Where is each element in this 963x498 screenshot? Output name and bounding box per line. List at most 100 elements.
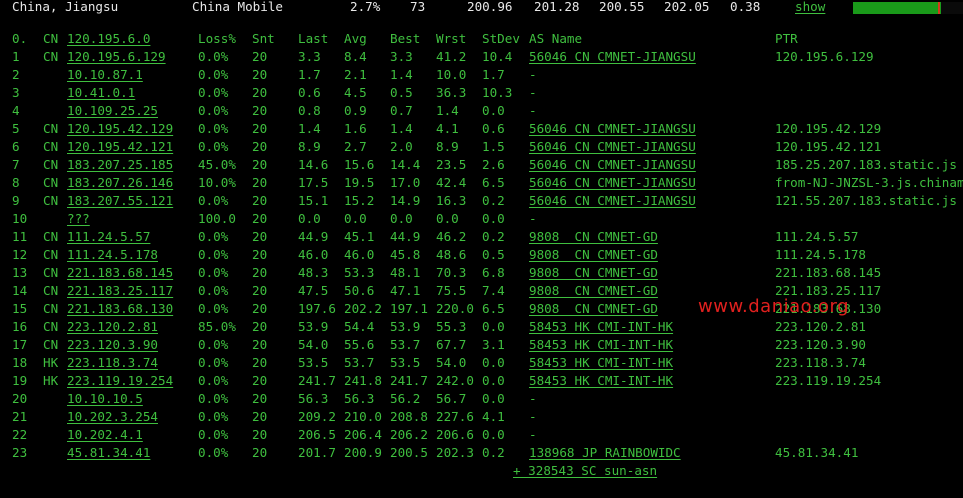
snt-value: 20 (252, 157, 268, 172)
best-value: 200.5 (390, 445, 428, 460)
loss-value: 0.0% (198, 103, 229, 118)
as-name-link[interactable]: 9808 CN CMNET-GD (529, 264, 658, 282)
as-name-link[interactable]: 56046 CN CMNET-JIANGSU (529, 138, 696, 156)
host-link[interactable]: 10.10.87.1 (67, 66, 143, 84)
country-code: CN (43, 49, 59, 64)
as-name-link[interactable]: 56046 CN CMNET-JIANGSU (529, 120, 696, 138)
snt-value: 20 (252, 49, 268, 64)
wrst-value: 220.0 (436, 301, 474, 316)
as-name-link[interactable]: 56046 CN CMNET-JIANGSU (529, 174, 696, 192)
avg-value: 15.6 (344, 157, 375, 172)
host-link[interactable]: 183.207.55.121 (67, 192, 173, 210)
host-link[interactable]: 120.195.42.121 (67, 138, 173, 156)
snt-value: 20 (252, 211, 268, 226)
snt-value: 20 (252, 85, 268, 100)
as-name-link: - (529, 211, 537, 226)
last-value: 206.5 (298, 427, 336, 442)
host-link[interactable]: 221.183.68.130 (67, 300, 173, 318)
location-label: China, Jiangsu (12, 0, 119, 14)
stdev-value: 0.2 (482, 445, 505, 460)
as-name-link[interactable]: 58453 HK CMI-INT-HK (529, 372, 673, 390)
avg-value: 2.1 (344, 67, 367, 82)
host-link[interactable]: 10.109.25.25 (67, 102, 158, 120)
host-link[interactable]: 111.24.5.57 (67, 228, 150, 246)
last-value: 1.7 (298, 67, 321, 82)
host-link[interactable]: 120.195.6.129 (67, 48, 166, 66)
as-name-link[interactable]: 138968 JP RAINBOWIDC (529, 444, 681, 462)
hop-number: 18 (12, 355, 28, 370)
as-name-link[interactable]: 56046 CN CMNET-JIANGSU (529, 192, 696, 210)
wrst-value: 202.3 (436, 445, 474, 460)
as-name-link[interactable]: 58453 HK CMI-INT-HK (529, 354, 673, 372)
last-value: 241.7 (298, 373, 336, 388)
host-link[interactable]: 10.202.4.1 (67, 426, 143, 444)
table-row: 9 CN 183.207.55.121 0.0% 20 15.1 15.2 14.9 16.3 0… (0, 192, 963, 210)
host-link[interactable]: 120.195.42.129 (67, 120, 173, 138)
host-link[interactable]: 223.120.2.81 (67, 318, 158, 336)
as-name-link[interactable]: 9808 CN CMNET-GD (529, 300, 658, 318)
stdev-value: 4.1 (482, 409, 505, 424)
loss-value: 0.0% (198, 373, 229, 388)
header-country: CN (43, 31, 59, 46)
header-host[interactable]: 120.195.6.0 (67, 30, 150, 48)
country-code: CN (43, 247, 59, 262)
host-link[interactable]: 111.24.5.178 (67, 246, 158, 264)
host-link[interactable]: 10.202.3.254 (67, 408, 158, 426)
table-row: 22 10.202.4.1 0.0% 20 206.5 206.4 206.2 206.6 0.… (0, 426, 963, 444)
host-link[interactable]: 223.118.3.74 (67, 354, 158, 372)
best-value: 53.5 (390, 355, 421, 370)
snt-value: 20 (252, 319, 268, 334)
hop-number: 22 (12, 427, 28, 442)
as-name-link[interactable]: 9808 CN CMNET-GD (529, 228, 658, 246)
latency-bar-fill (853, 2, 941, 14)
as-name-link[interactable]: 58453 HK CMI-INT-HK (529, 318, 673, 336)
table-row: 6 CN 120.195.42.121 0.0% 20 8.9 2.7 2.0 8.9 1.5 56… (0, 138, 963, 156)
best-value: 241.7 (390, 373, 428, 388)
host-link[interactable]: 10.10.10.5 (67, 390, 143, 408)
loss-value: 0.0% (198, 445, 229, 460)
host-link[interactable]: 183.207.26.146 (67, 174, 173, 192)
avg-value: 2.7 (344, 139, 367, 154)
wrst-value: 54.0 (436, 355, 467, 370)
as-name-link[interactable]: 58453 HK CMI-INT-HK (529, 336, 673, 354)
wrst-value: 23.5 (436, 157, 467, 172)
host-link[interactable]: ??? (67, 210, 90, 228)
extra-as-link[interactable]: + 328543 SC sun-asn (513, 462, 657, 480)
host-link[interactable]: 223.120.3.90 (67, 336, 158, 354)
wrst-value: 4.1 (436, 121, 459, 136)
as-name-link[interactable]: 9808 CN CMNET-GD (529, 282, 658, 300)
table-row: 4 10.109.25.25 0.0% 20 0.8 0.9 0.7 1.4 0.0 - (0, 102, 963, 120)
stdev-value: 0.0 (482, 427, 505, 442)
last-value: 3.3 (298, 49, 321, 64)
avg-value: 206.4 (344, 427, 382, 442)
ptr-value: 111.24.5.178 (775, 247, 866, 262)
best-value: 197.1 (390, 301, 428, 316)
as-name-link[interactable]: 9808 CN CMNET-GD (529, 246, 658, 264)
hop-number: 23 (12, 445, 28, 460)
snt-value: 20 (252, 175, 268, 190)
as-name-link[interactable]: 56046 CN CMNET-JIANGSU (529, 156, 696, 174)
last-value: 47.5 (298, 283, 329, 298)
wrst-value: 10.0 (436, 67, 467, 82)
summary-value-5: 0.38 (730, 0, 761, 14)
show-link[interactable]: show (795, 0, 825, 14)
table-row: 1 CN 120.195.6.129 0.0% 20 3.3 8.4 3.3 41.2 10.4 5… (0, 48, 963, 66)
ptr-value: 120.195.42.129 (775, 121, 882, 136)
as-name-link[interactable]: 56046 CN CMNET-JIANGSU (529, 48, 696, 66)
host-link[interactable]: 221.183.68.145 (67, 264, 173, 282)
host-link[interactable]: 10.41.0.1 (67, 84, 135, 102)
table-row: 21 10.202.3.254 0.0% 20 209.2 210.0 208.8 227.6… (0, 408, 963, 426)
stdev-value: 10.3 (482, 85, 513, 100)
host-link[interactable]: 183.207.25.185 (67, 156, 173, 174)
hop-number: 11 (12, 229, 28, 244)
host-link[interactable]: 221.183.25.117 (67, 282, 173, 300)
hop-number: 10 (12, 211, 28, 226)
stdev-value: 0.0 (482, 211, 505, 226)
avg-value: 241.8 (344, 373, 382, 388)
host-link[interactable]: 45.81.34.41 (67, 444, 150, 462)
country-code: CN (43, 193, 59, 208)
host-link[interactable]: 223.119.19.254 (67, 372, 173, 390)
ptr-value: 45.81.34.41 (775, 445, 859, 460)
avg-value: 0.9 (344, 103, 367, 118)
hop-number: 7 (12, 157, 20, 172)
